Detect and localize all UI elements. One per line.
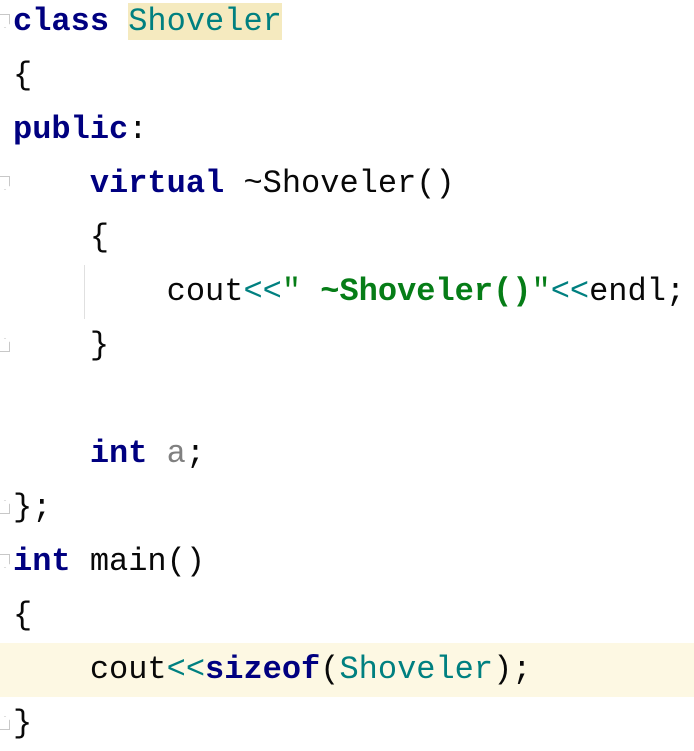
code-line[interactable]: class Shoveler [0, 0, 694, 49]
code-line-current[interactable]: cout<<sizeof(Shoveler); [0, 643, 694, 697]
code-token: a [166, 435, 186, 472]
code-token: Shoveler [339, 651, 494, 688]
code-token: virtual [89, 165, 225, 202]
fold-marker-icon[interactable] [0, 554, 10, 568]
code-line[interactable]: } [0, 319, 694, 373]
indent-guide [84, 265, 85, 319]
code-token: { [13, 219, 110, 256]
code-token: }; [13, 489, 52, 526]
code-token: << [550, 273, 590, 310]
code-line[interactable]: cout<<" ~Shoveler()"<<endl; [0, 265, 694, 319]
code-token: class [13, 3, 110, 40]
code-line[interactable]: } [0, 697, 694, 751]
fold-marker-icon[interactable] [0, 716, 10, 730]
code-token: " [281, 273, 321, 310]
code-token: ~Shoveler() [320, 273, 532, 310]
code-line[interactable]: int main() [0, 535, 694, 589]
fold-marker-icon[interactable] [0, 14, 10, 28]
code-line[interactable] [0, 373, 694, 427]
code-token: ; [185, 435, 206, 472]
code-token: { [13, 597, 33, 634]
code-token: << [166, 651, 206, 688]
fold-marker-icon[interactable] [0, 176, 10, 190]
fold-marker-icon[interactable] [0, 338, 10, 352]
code-line[interactable]: }; [0, 481, 694, 535]
code-token: public [13, 111, 129, 148]
code-line[interactable]: public: [0, 103, 694, 157]
code-token: : [128, 111, 148, 148]
code-token: ~Shoveler() [224, 165, 455, 202]
code-line[interactable]: { [0, 589, 694, 643]
code-token: << [243, 273, 282, 310]
code-token: } [13, 705, 33, 742]
code-editor[interactable]: class Shoveler { public: virtual ~Shoveler… [0, 0, 694, 751]
code-token: int [89, 435, 148, 472]
code-token: Shoveler [128, 3, 282, 40]
code-token: } [13, 327, 110, 364]
fold-marker-icon[interactable] [0, 500, 10, 514]
code-token: { [13, 57, 33, 94]
code-line[interactable]: int a; [0, 427, 694, 481]
code-token: endl; [589, 273, 686, 310]
code-token: ); [493, 651, 532, 688]
code-token: int [13, 543, 71, 580]
code-token: cout [13, 651, 167, 688]
code-token: main() [70, 543, 206, 580]
code-token: sizeof [205, 651, 321, 688]
code-token: cout [13, 273, 244, 310]
code-token: ( [320, 651, 340, 688]
code-line[interactable]: { [0, 211, 694, 265]
code-token: " [531, 273, 551, 310]
code-line[interactable]: { [0, 49, 694, 103]
code-line[interactable]: virtual ~Shoveler() [0, 157, 694, 211]
